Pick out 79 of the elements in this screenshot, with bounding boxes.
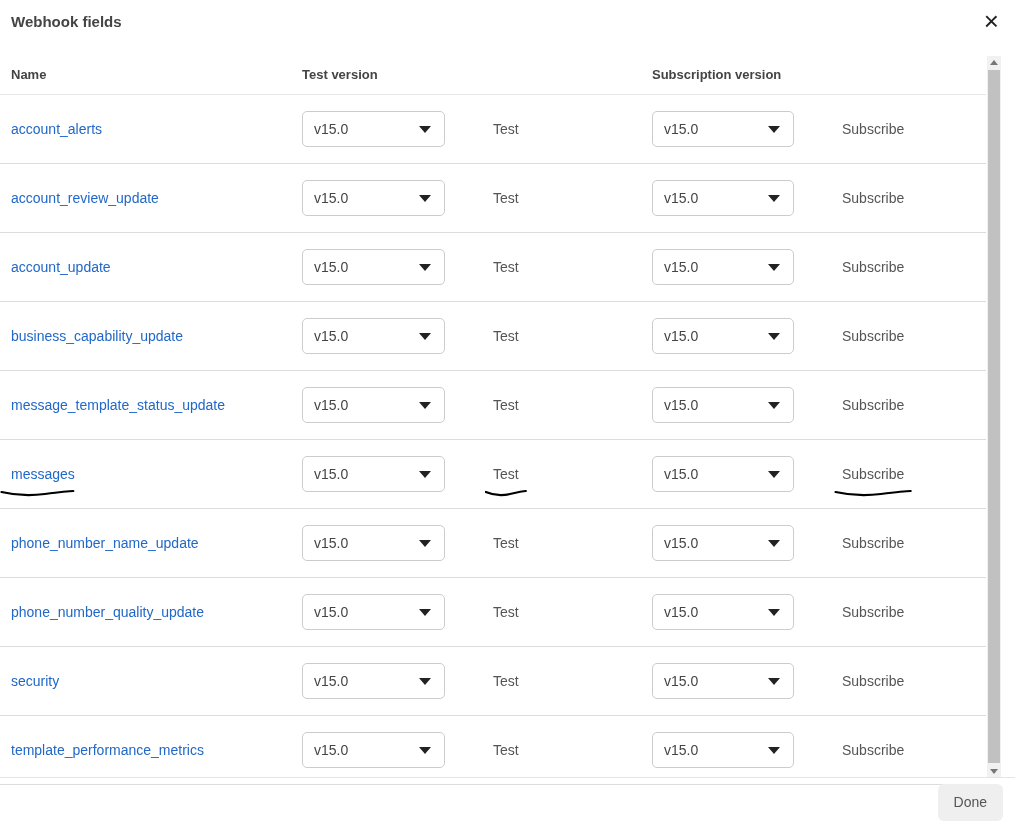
caret-icon <box>419 125 431 133</box>
caret-icon <box>419 470 431 478</box>
caret-icon <box>768 677 780 685</box>
subscribe-button[interactable]: Subscribe <box>842 187 905 209</box>
caret-icon <box>419 401 431 409</box>
subscribe-button[interactable]: Subscribe <box>842 325 905 347</box>
close-button[interactable]: × <box>979 11 1003 31</box>
version-dropdown[interactable]: v15.0 <box>302 111 445 147</box>
caret-icon <box>768 332 780 340</box>
field-name-link[interactable]: template_performance_metrics <box>0 739 204 761</box>
version-dropdown[interactable]: v15.0 <box>652 525 794 561</box>
caret-icon <box>768 539 780 547</box>
caret-icon <box>768 470 780 478</box>
field-name-link[interactable]: phone_number_quality_update <box>0 601 205 623</box>
version-dropdown[interactable]: v15.0 <box>652 594 794 630</box>
field-name-link[interactable]: account_alerts <box>0 118 103 140</box>
version-dropdown[interactable]: v15.0 <box>652 663 794 699</box>
subscribe-button[interactable]: Subscribe <box>842 532 905 554</box>
version-dropdown[interactable]: v15.0 <box>652 732 794 768</box>
subscribe-button[interactable]: Subscribe <box>842 118 905 140</box>
subscribe-button[interactable]: Subscribe <box>842 670 905 692</box>
version-dropdown[interactable]: v15.0 <box>652 249 794 285</box>
caret-icon <box>768 194 780 202</box>
subscribe-button[interactable]: Subscribe <box>842 256 905 278</box>
test-button[interactable]: Test <box>493 739 519 761</box>
subscribe-button[interactable]: Subscribe <box>842 601 905 623</box>
field-name-link[interactable]: account_review_update <box>0 187 159 209</box>
caret-icon <box>768 125 780 133</box>
test-button[interactable]: Test <box>493 463 519 485</box>
test-button[interactable]: Test <box>493 118 519 140</box>
column-header: Test version <box>302 66 379 85</box>
caret-icon <box>419 332 431 340</box>
caret-icon <box>419 608 431 616</box>
test-button[interactable]: Test <box>493 670 519 692</box>
version-dropdown[interactable]: v15.0 <box>302 663 445 699</box>
version-dropdown[interactable]: v15.0 <box>652 180 794 216</box>
test-button[interactable]: Test <box>493 394 519 416</box>
version-dropdown[interactable]: v15.0 <box>302 387 445 423</box>
scroll-down-arrow-icon[interactable] <box>990 768 998 774</box>
caret-icon <box>768 401 780 409</box>
version-dropdown[interactable]: v15.0 <box>302 732 445 768</box>
test-button[interactable]: Test <box>493 601 519 623</box>
scrollbar[interactable] <box>987 56 1001 777</box>
field-name-link[interactable]: business_capability_update <box>0 325 183 347</box>
field-name-link[interactable]: account_update <box>0 256 111 278</box>
field-name-link[interactable]: message_template_status_update <box>0 394 226 416</box>
version-dropdown[interactable]: v15.0 <box>652 456 794 492</box>
version-dropdown[interactable]: v15.0 <box>652 318 794 354</box>
version-dropdown[interactable]: v15.0 <box>302 525 445 561</box>
version-dropdown[interactable]: v15.0 <box>302 249 445 285</box>
version-dropdown[interactable]: v15.0 <box>652 111 794 147</box>
caret-icon <box>419 194 431 202</box>
caret-icon <box>768 608 780 616</box>
version-dropdown[interactable]: v15.0 <box>302 318 445 354</box>
field-name-link[interactable]: phone_number_name_update <box>0 532 199 554</box>
caret-icon <box>419 746 431 754</box>
test-button[interactable]: Test <box>493 187 519 209</box>
caret-icon <box>768 746 780 754</box>
subscribe-button[interactable]: Subscribe <box>842 394 905 416</box>
done-button[interactable]: Done <box>937 784 1003 821</box>
dialog-title: Webhook fields <box>11 12 122 32</box>
version-dropdown[interactable]: v15.0 <box>302 456 445 492</box>
caret-icon <box>768 263 780 271</box>
test-button[interactable]: Test <box>493 325 519 347</box>
scroll-up-arrow-icon[interactable] <box>990 59 998 65</box>
column-header: Name <box>10 66 48 85</box>
column-header: Subscription version <box>652 66 783 85</box>
field-name-link[interactable]: messages <box>0 463 75 485</box>
version-dropdown[interactable]: v15.0 <box>652 387 794 423</box>
version-dropdown[interactable]: v15.0 <box>302 594 445 630</box>
subscribe-button[interactable]: Subscribe <box>842 739 905 761</box>
test-button[interactable]: Test <box>493 532 519 554</box>
caret-icon <box>419 539 431 547</box>
test-button[interactable]: Test <box>493 256 519 278</box>
caret-icon <box>419 263 431 271</box>
version-dropdown[interactable]: v15.0 <box>302 180 445 216</box>
caret-icon <box>419 677 431 685</box>
subscribe-button[interactable]: Subscribe <box>842 463 905 485</box>
field-name-link[interactable]: security <box>0 670 60 692</box>
